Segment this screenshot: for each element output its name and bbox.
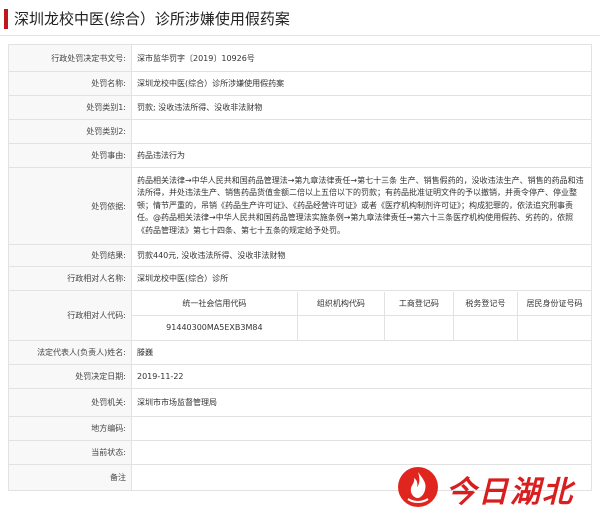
table-row: 处罚决定日期: 2019-11-22 xyxy=(8,364,592,389)
table-row: 处罚类别2: xyxy=(8,119,592,144)
row-value xyxy=(131,416,592,441)
penalty-info-table: 行政处罚决定书文号: 深市监华罚字〔2019〕10926号 处罚名称: 深圳龙校… xyxy=(8,44,592,491)
row-label: 处罚依据: xyxy=(8,167,132,245)
title-accent-bar xyxy=(4,9,8,29)
row-label: 法定代表人(负责人)姓名: xyxy=(8,340,132,365)
table-row: 处罚依据: 药品相关法律→中华人民共和国药品管理法→第九章法律责任→第七十三条 … xyxy=(8,167,592,245)
table-row: 地方编码: xyxy=(8,416,592,441)
row-label: 当前状态: xyxy=(8,440,132,465)
watermark-text: 今日湖北 xyxy=(446,475,574,510)
row-label: 行政相对人代码: xyxy=(8,290,132,341)
org-code-value xyxy=(296,315,385,340)
row-value: 深圳龙校中医(综合）诊所涉嫌使用假药案 xyxy=(131,71,592,96)
row-value: 药品违法行为 xyxy=(131,143,592,168)
row-value: 罚款440元, 没收违法所得、没收非法财物 xyxy=(131,244,592,267)
watermark: 今日湖北 xyxy=(396,463,596,511)
row-label: 处罚名称: xyxy=(8,71,132,96)
codes-subtable: 统一社会信用代码 组织机构代码 工商登记码 税务登记号 居民身份证号码 9144… xyxy=(132,291,591,340)
row-value xyxy=(131,119,592,144)
table-row: 处罚事由: 药品违法行为 xyxy=(8,143,592,168)
row-label: 行政处罚决定书文号: xyxy=(8,44,132,72)
codes-header: 统一社会信用代码 xyxy=(132,291,298,316)
row-value: 2019-11-22 xyxy=(131,364,592,389)
row-label: 备注 xyxy=(8,464,132,491)
flame-logo-icon xyxy=(398,467,438,507)
row-value: 深市监华罚字〔2019〕10926号 xyxy=(131,44,592,72)
row-value: 罚款; 没收违法所得、没收非法财物 xyxy=(131,95,592,120)
row-label: 处罚类别1: xyxy=(8,95,132,120)
codes-value-row: 91440300MA5EXB3M84 xyxy=(132,315,591,340)
row-label: 处罚决定日期: xyxy=(8,364,132,389)
table-row: 行政处罚决定书文号: 深市监华罚字〔2019〕10926号 xyxy=(8,44,592,72)
table-row: 法定代表人(负责人)姓名: 滕巍 xyxy=(8,340,592,365)
id-number-value xyxy=(517,315,591,340)
codes-header: 组织机构代码 xyxy=(296,291,385,316)
table-row: 处罚名称: 深圳龙校中医(综合）诊所涉嫌使用假药案 xyxy=(8,71,592,96)
codes-header: 居民身份证号码 xyxy=(517,291,591,316)
penalty-basis-text: 药品相关法律→中华人民共和国药品管理法→第九章法律责任→第七十三条 生产、销售假… xyxy=(131,167,592,245)
table-row: 处罚类别1: 罚款; 没收违法所得、没收非法财物 xyxy=(8,95,592,120)
codes-header: 税务登记号 xyxy=(452,291,518,316)
table-row: 处罚机关: 深圳市市场监督管理局 xyxy=(8,388,592,417)
row-value xyxy=(131,440,592,465)
table-row: 当前状态: xyxy=(8,440,592,465)
row-value: 滕巍 xyxy=(131,340,592,365)
row-value: 深圳市市场监督管理局 xyxy=(131,388,592,417)
table-row: 行政相对人代码: 统一社会信用代码 组织机构代码 工商登记码 税务登记号 居民身… xyxy=(8,290,592,341)
row-label: 处罚事由: xyxy=(8,143,132,168)
codes-header-row: 统一社会信用代码 组织机构代码 工商登记码 税务登记号 居民身份证号码 xyxy=(132,291,591,316)
row-label: 地方编码: xyxy=(8,416,132,441)
codes-cell: 统一社会信用代码 组织机构代码 工商登记码 税务登记号 居民身份证号码 9144… xyxy=(131,290,592,341)
page-header: 深圳龙校中医(综合）诊所涉嫌使用假药案 xyxy=(0,0,600,36)
row-value: 深圳龙校中医(综合）诊所 xyxy=(131,266,592,291)
codes-header: 工商登记码 xyxy=(383,291,454,316)
tax-reg-value xyxy=(452,315,518,340)
page-title: 深圳龙校中医(综合）诊所涉嫌使用假药案 xyxy=(14,10,290,28)
business-reg-value xyxy=(383,315,454,340)
row-label: 处罚结果: xyxy=(8,244,132,267)
credit-code-value: 91440300MA5EXB3M84 xyxy=(166,323,263,333)
row-label: 处罚机关: xyxy=(8,388,132,417)
table-row: 处罚结果: 罚款440元, 没收违法所得、没收非法财物 xyxy=(8,244,592,267)
row-label: 处罚类别2: xyxy=(8,119,132,144)
table-row: 行政相对人名称: 深圳龙校中医(综合）诊所 xyxy=(8,266,592,291)
row-label: 行政相对人名称: xyxy=(8,266,132,291)
